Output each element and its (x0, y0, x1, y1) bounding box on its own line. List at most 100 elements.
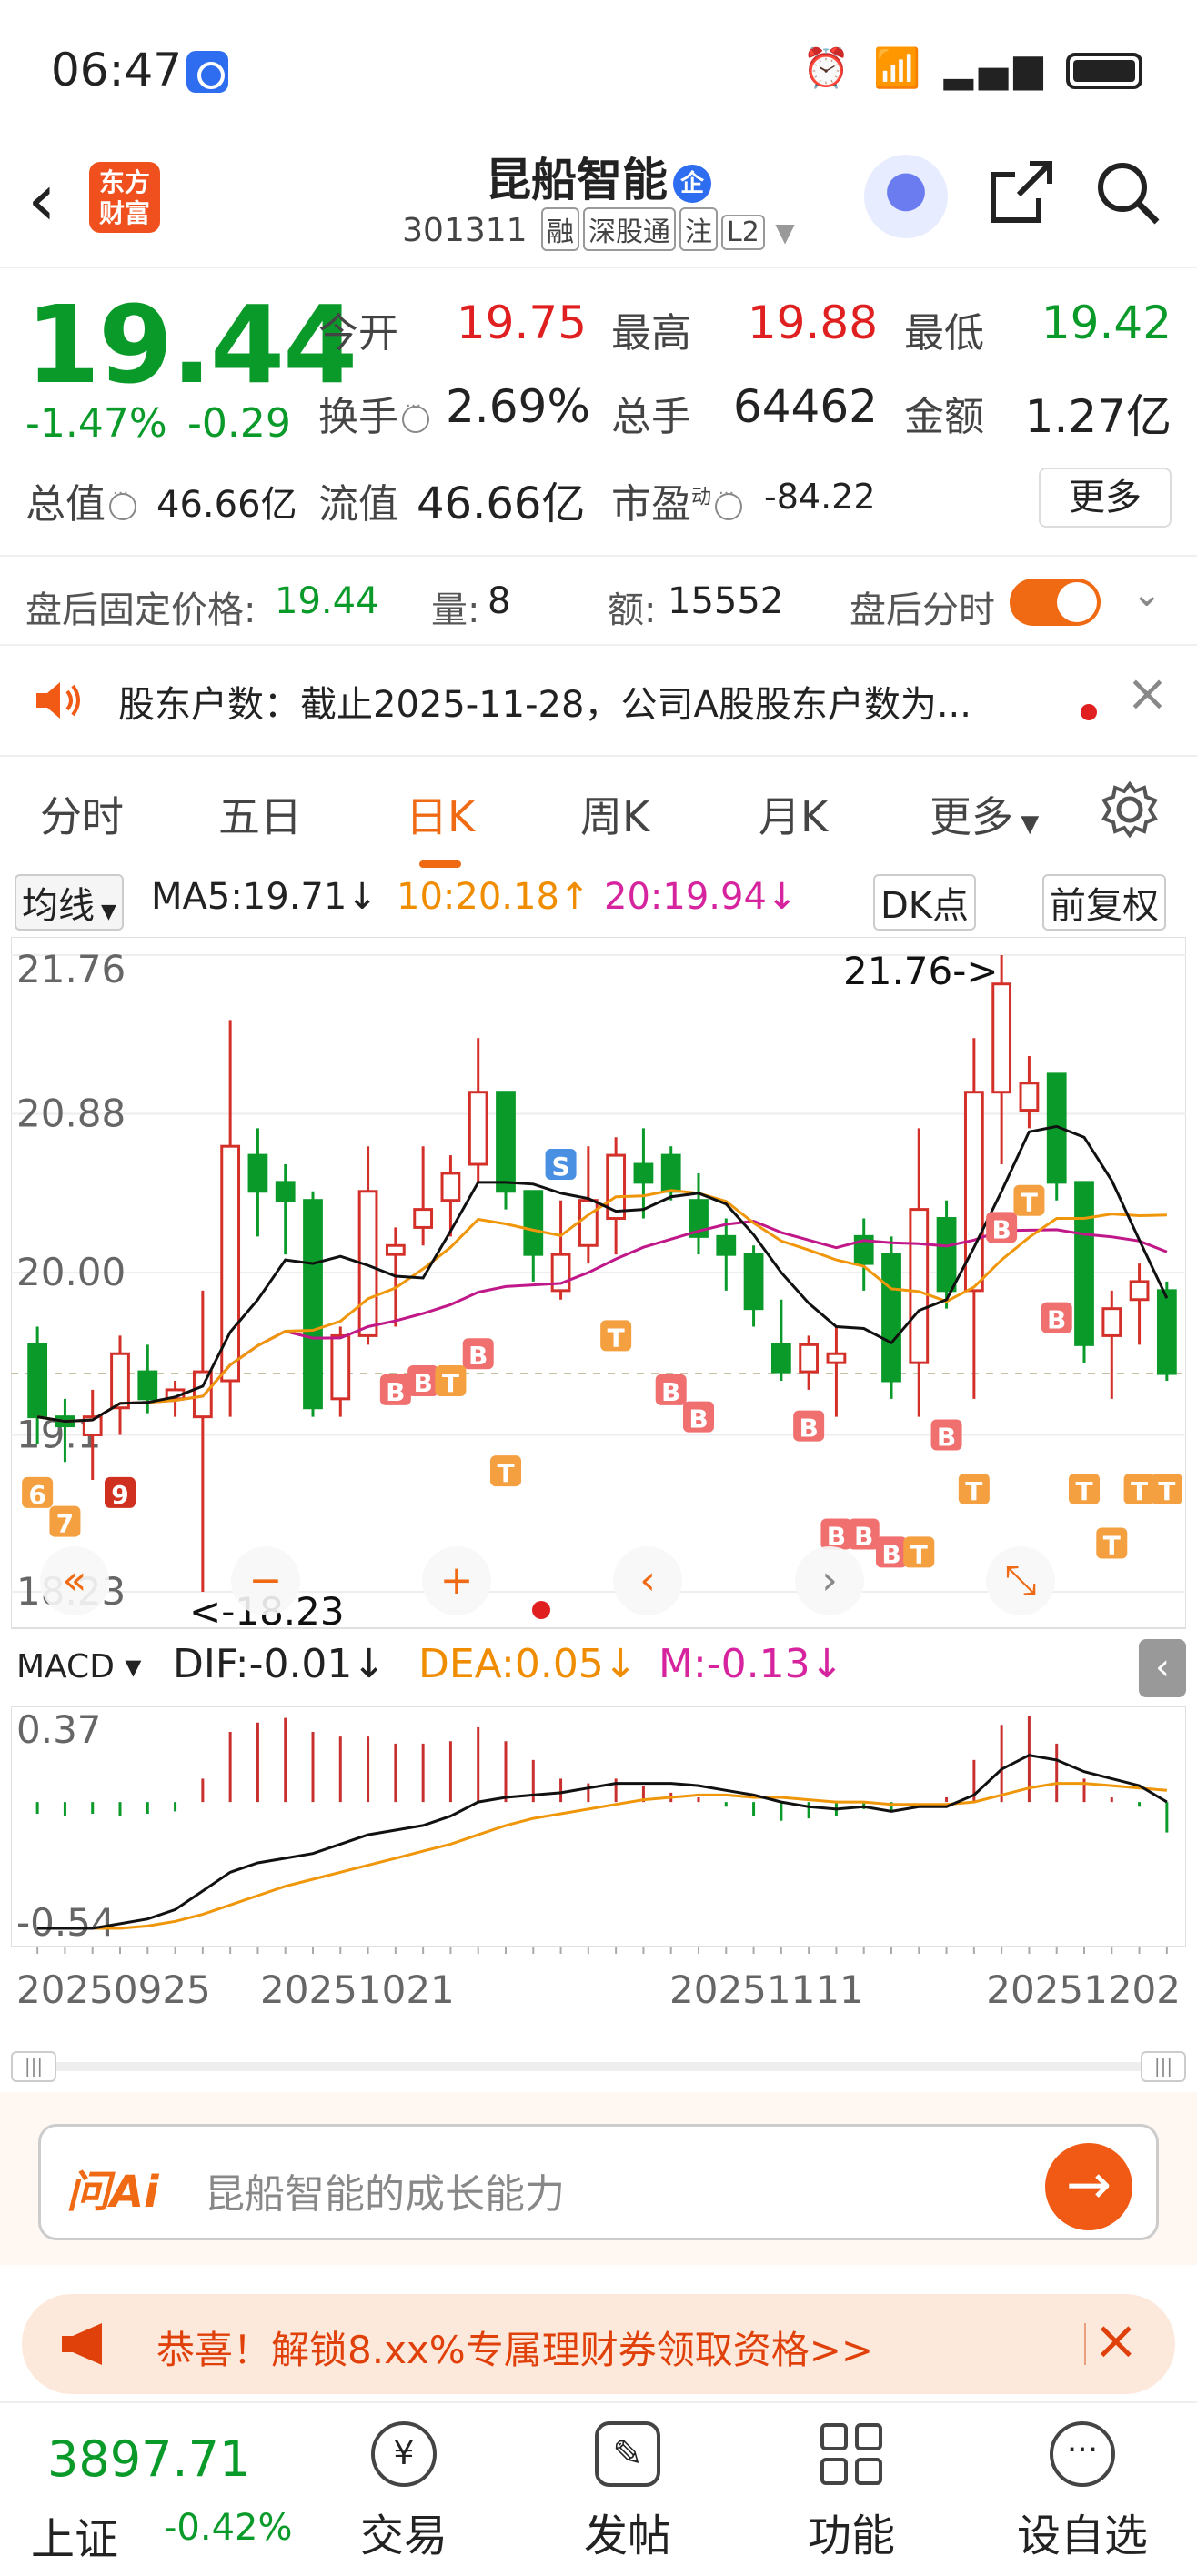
date-label: 20251111 (669, 1967, 864, 2012)
candle-body (826, 1352, 847, 1364)
tab-more[interactable]: 更多 ▼ (930, 784, 1039, 844)
period-tabs: 分时 五日 日K 周K 月K 更多 ▼ (0, 755, 1197, 868)
candle-body (303, 1199, 323, 1410)
candle-body (660, 1153, 681, 1193)
notice-text: 股东户数：截止2025-11-28，公司A股股东户数为... (118, 684, 971, 726)
indicator-selector[interactable]: 均线 ▼ (15, 874, 124, 931)
wifi-icon: 📶 (873, 45, 927, 90)
signal-t-label: T (497, 1458, 514, 1488)
dropdown-icon: ▼ (775, 217, 795, 247)
nav-add-watchlist[interactable]: ··· 设自选 (1010, 2421, 1155, 2563)
ah-toggle[interactable] (1010, 579, 1101, 626)
more-icon: ··· (1050, 2421, 1115, 2487)
macd-header: M:-0.13↓ (659, 1641, 844, 1687)
change-pct: -1.47% (25, 400, 167, 447)
promo-banner[interactable]: 恭喜！解锁8.xx%专属理财券领取资格>> × (22, 2294, 1175, 2394)
ma10-value: 10:20.18↑ (397, 876, 590, 918)
nav-post[interactable]: ✎ 发帖 (555, 2421, 700, 2563)
low-label: 最低 (904, 310, 984, 357)
candle-body (413, 1208, 434, 1229)
megaphone-icon (62, 2323, 102, 2365)
tab-intraday[interactable]: 分时 (40, 784, 124, 844)
last-price: 19.44 (25, 282, 357, 408)
signal-b-label: B (881, 1539, 900, 1569)
signal-9-label: 9 (111, 1480, 128, 1510)
ai-input-box[interactable]: 问Ai 昆船智能的成长能力 → (38, 2124, 1159, 2240)
volume-label: 总手 (611, 394, 691, 440)
ma-legend: 均线 ▼ MA5:19.71↓ 10:20.18↑ 20:19.94↓ DK点 … (0, 869, 1197, 932)
nav-trade[interactable]: ¥ 交易 (331, 2421, 477, 2563)
float-value: 46.66亿 (417, 478, 586, 529)
ah-vol-label: 量: (431, 589, 480, 631)
signal-t-label: T (1075, 1476, 1092, 1506)
candle-body (496, 1091, 516, 1193)
share-icon[interactable] (984, 156, 1057, 233)
tab-monthly-k[interactable]: 月K (759, 784, 828, 844)
candle-body (1019, 1082, 1040, 1112)
high-label: 最高 (611, 310, 691, 357)
stock-name: 昆船智能 (486, 154, 668, 206)
dk-point-button[interactable]: DK点 (873, 874, 977, 931)
signal-b-label: B (468, 1341, 488, 1371)
chart-control-icon: ⤡ (1004, 1557, 1036, 1604)
more-button[interactable]: 更多 (1039, 468, 1172, 528)
close-icon[interactable]: × (1126, 664, 1169, 723)
index-change: -0.42% (164, 2507, 293, 2549)
tab-five-day[interactable]: 五日 (218, 784, 302, 844)
tab-daily-k[interactable]: 日K (406, 784, 475, 868)
candle-body (633, 1162, 654, 1184)
kline-chart[interactable]: 21.7620.8820.0019.118.2321.76-><-18.23SB… (11, 937, 1186, 2038)
page-dot (532, 1601, 550, 1619)
ah-vol: 8 (488, 580, 511, 622)
signal-b-label: B (937, 1422, 956, 1452)
signal-t-label: T (1021, 1188, 1038, 1218)
candle-body (716, 1234, 737, 1256)
candle-body (936, 1217, 957, 1293)
signal-t-label: T (910, 1539, 928, 1569)
promo-text: 恭喜！解锁8.xx%专属理财券领取资格>> (156, 2328, 874, 2372)
speaker-icon (31, 673, 86, 737)
candle-body (440, 1172, 461, 1202)
mktcap-value: 46.66亿 (156, 484, 297, 526)
macd-tick: 0.37 (16, 1707, 102, 1752)
candle-body (385, 1243, 406, 1256)
ai-submit-arrow-icon[interactable]: → (1045, 2143, 1132, 2230)
signal-t-label: T (1131, 1476, 1148, 1506)
low-value: 19.42 (1041, 297, 1172, 349)
ah-amt-label: 额: (608, 589, 657, 631)
candle-body (1074, 1181, 1094, 1346)
candle-body (1156, 1289, 1177, 1375)
scroll-track (29, 2062, 1168, 2071)
stock-code: 301311 (402, 212, 528, 249)
signal-t-label: T (1158, 1476, 1175, 1506)
chart-scrollbar[interactable]: ||| ||| (11, 2051, 1186, 2082)
adjust-button[interactable]: 前复权 (1042, 874, 1166, 931)
ah-toggle-label: 盘后分时 (850, 589, 995, 631)
notice-bar[interactable]: 股东户数：截止2025-11-28，公司A股股东户数为... × (0, 648, 1197, 752)
promo-close-icon[interactable]: × (1093, 2309, 1139, 2372)
info-icon (109, 484, 136, 520)
signal-s-label: S (551, 1152, 569, 1182)
bottom-nav: 3897.71 上证 -0.42% ¥ 交易 ✎ 发帖 功能 ··· 设自选 (0, 2401, 1197, 2576)
candle-body (330, 1333, 351, 1401)
ai-assistant-icon[interactable] (864, 155, 948, 238)
amount-value: 1.27亿 (1024, 390, 1172, 443)
candle-body (275, 1181, 296, 1202)
chevron-down-icon[interactable]: ⌄ (1132, 573, 1162, 615)
candle-body (799, 1343, 820, 1374)
candle-body (1101, 1307, 1122, 1337)
macd-tick: -0.54 (16, 1900, 116, 1945)
signal-7-label: 7 (56, 1509, 74, 1539)
scroll-left-handle[interactable]: ||| (11, 2051, 56, 2082)
search-icon[interactable] (1091, 156, 1164, 233)
scroll-right-handle[interactable]: ||| (1141, 2051, 1186, 2082)
tab-weekly-k[interactable]: 周K (580, 784, 649, 844)
candle-body (770, 1343, 791, 1374)
settings-gear-icon[interactable] (1101, 780, 1159, 842)
date-label: 20251202 (986, 1967, 1181, 2012)
ai-question-area: 问Ai 昆船智能的成长能力 → (0, 2092, 1197, 2265)
chart-svg[interactable]: 21.7620.8820.0019.118.2321.76-><-18.23SB… (11, 937, 1186, 2038)
high-value: 19.88 (747, 297, 878, 349)
status-time: 06:47 (51, 44, 183, 96)
nav-functions[interactable]: 功能 (779, 2421, 924, 2563)
